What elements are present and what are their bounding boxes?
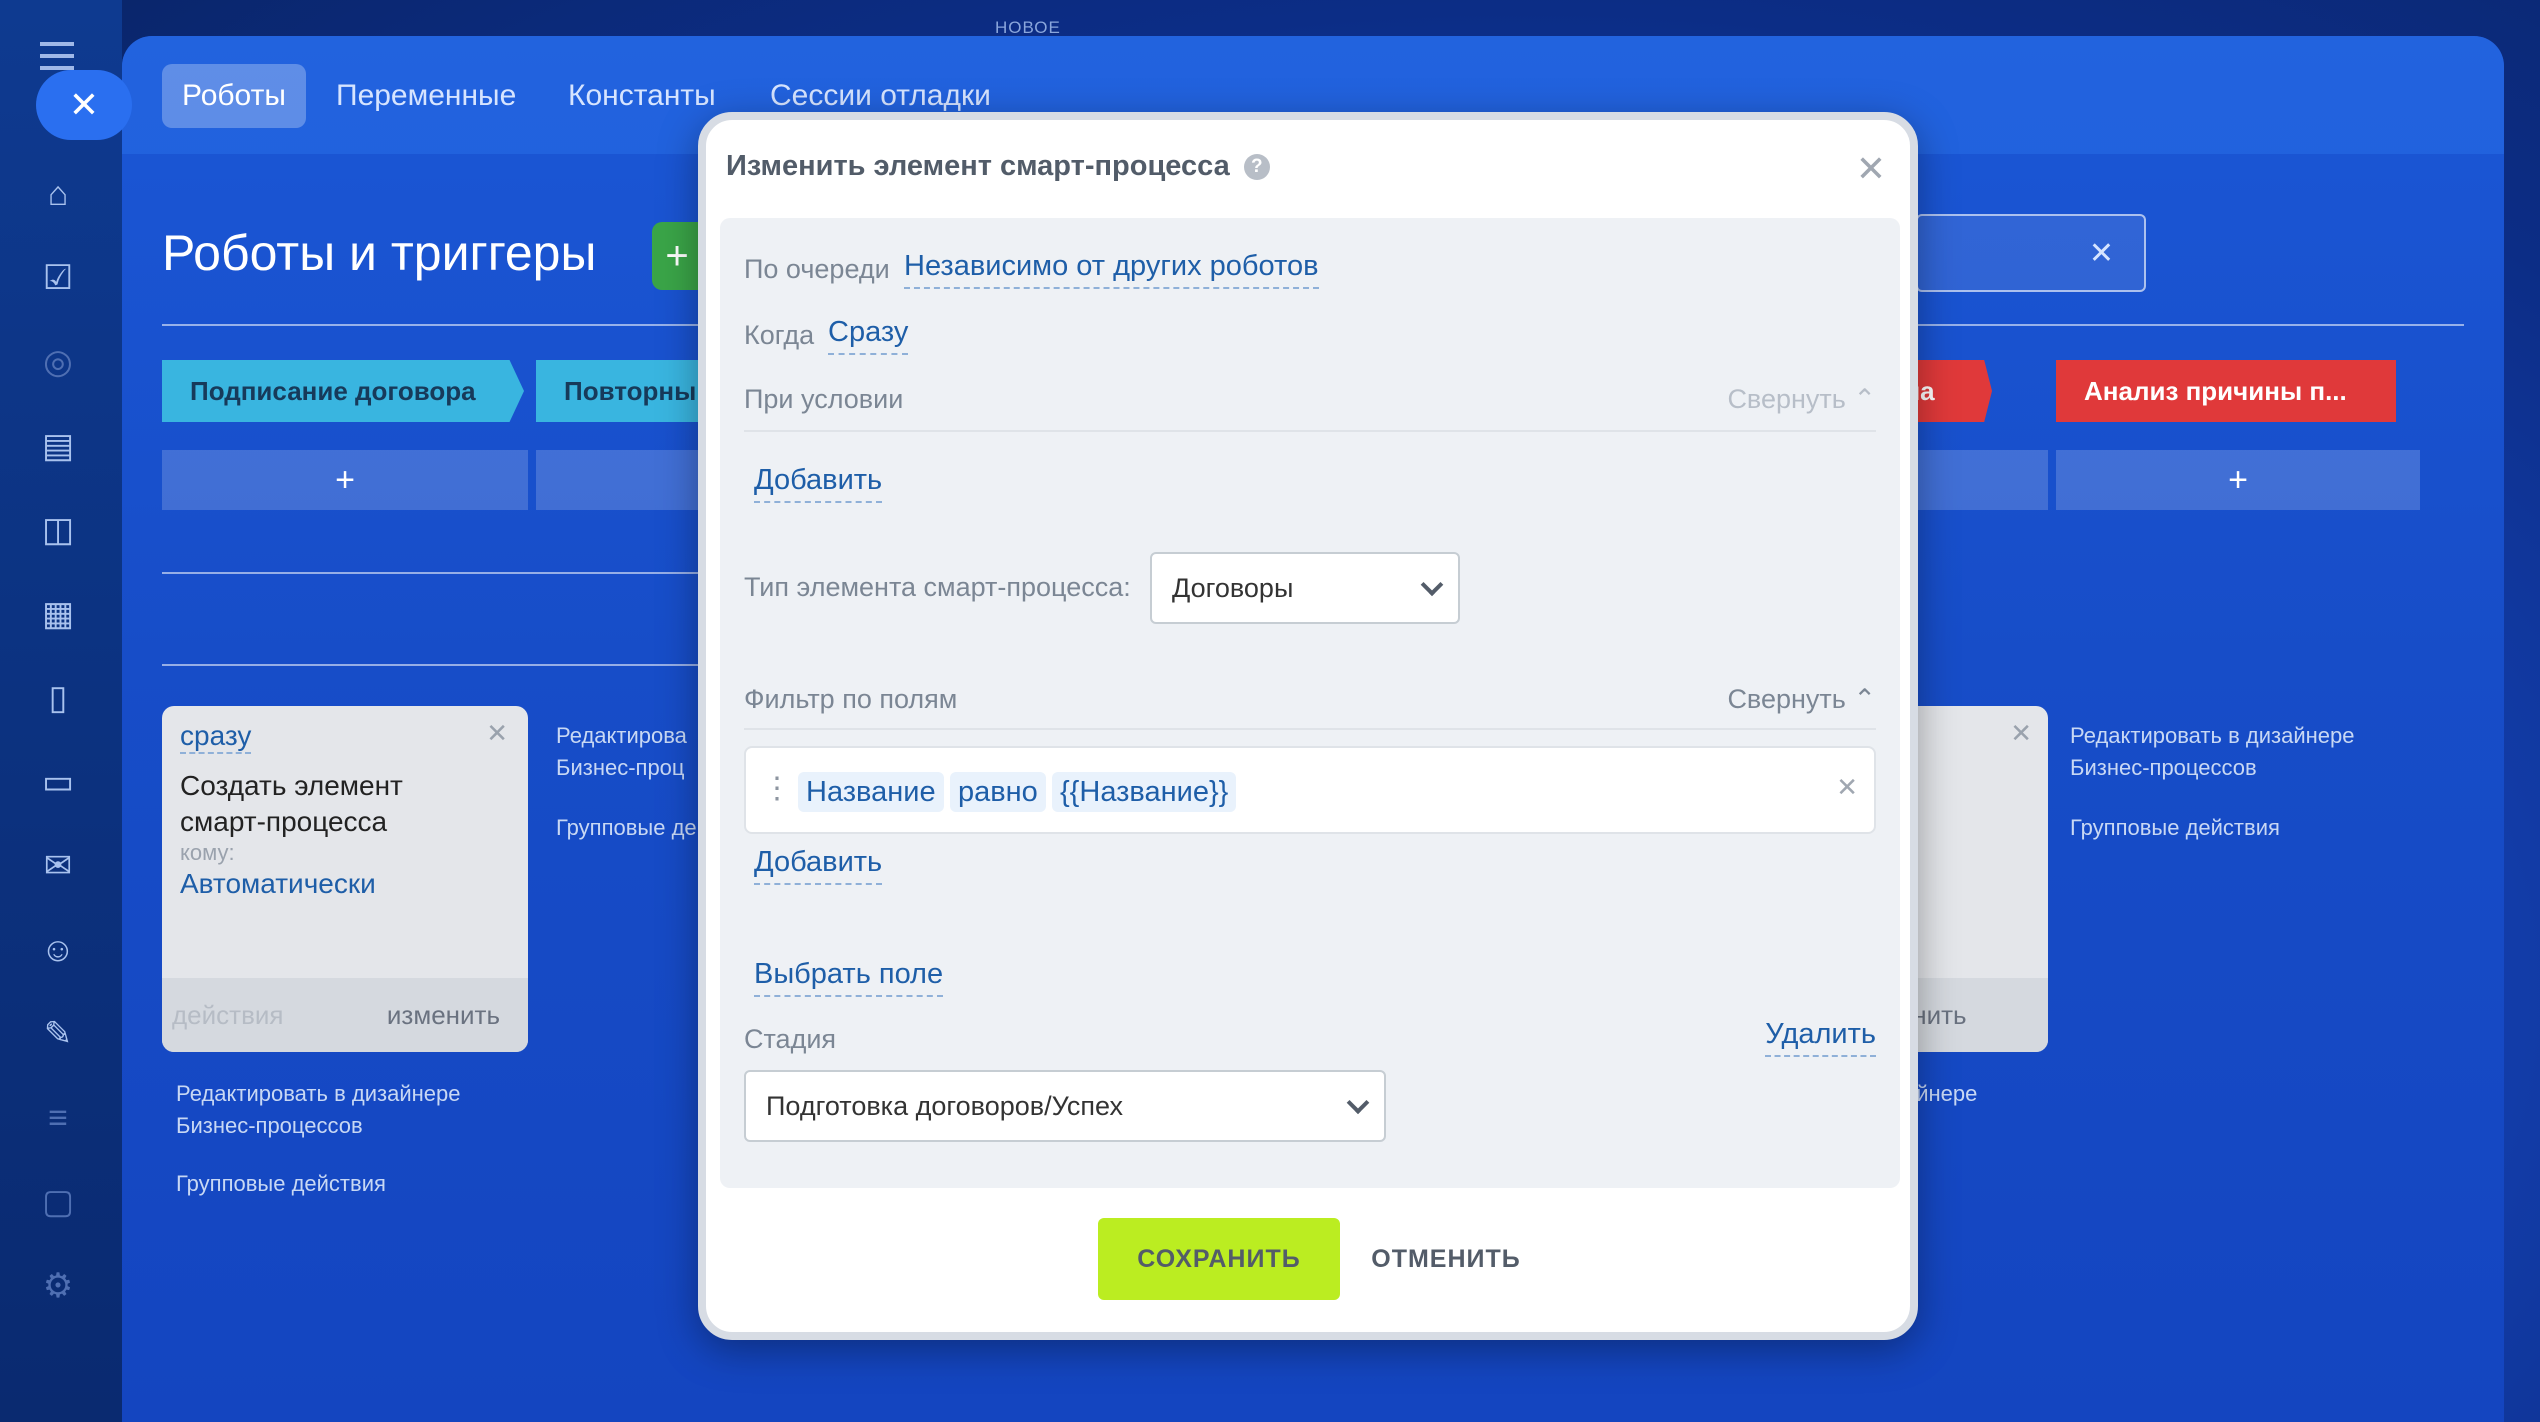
filter-collapse[interactable]: Свернуть ⌃: [1727, 684, 1876, 715]
page-title: Роботы и триггеры: [162, 225, 597, 281]
calendar-icon[interactable]: ▦: [36, 592, 80, 636]
chat-icon[interactable]: ◫: [36, 508, 80, 552]
add-button[interactable]: +: [652, 222, 702, 290]
feed-icon[interactable]: ▤: [36, 424, 80, 468]
edit-robot-dialog: Изменить элемент смарт-процесса ? ✕ По о…: [698, 112, 1918, 1340]
divider: [162, 664, 736, 666]
robot-to-label: кому:: [180, 840, 235, 865]
stage-signing[interactable]: Подписание договора: [162, 360, 524, 422]
divider: [744, 728, 1876, 730]
filter-label: Фильтр по полям: [744, 684, 958, 714]
edit-in-designer-link[interactable]: Редактирова Бизнес-проц: [556, 720, 687, 784]
left-sidebar: ⌂ ☑ ◎ ▤ ◫ ▦ ▯ ▭ ✉ ☺ ✎ ≡ ▢ ⚙: [0, 0, 122, 1422]
top-label: НОВОЕ: [995, 18, 1061, 37]
type-label: Тип элемента смарт-процесса:: [744, 572, 1131, 602]
filter-field[interactable]: Название: [798, 772, 944, 812]
add-robot-button[interactable]: +: [162, 450, 528, 510]
settings-icon[interactable]: ⚙: [36, 1264, 80, 1308]
divider: [162, 572, 736, 574]
add-condition-link[interactable]: Добавить: [754, 464, 883, 503]
condition-label: При условии: [744, 384, 904, 414]
filter-value[interactable]: {{Название}}: [1052, 772, 1237, 812]
filter-operator[interactable]: равно: [950, 772, 1046, 812]
robot-card-footer: действия изменить: [162, 978, 528, 1052]
crm-icon[interactable]: ◎: [36, 340, 80, 384]
tab-variables[interactable]: Переменные: [316, 64, 536, 128]
when-value[interactable]: Сразу: [828, 316, 909, 355]
tab-robots[interactable]: Роботы: [162, 64, 306, 128]
help-icon[interactable]: ?: [1243, 153, 1270, 180]
chevron-down-icon: [1420, 573, 1444, 597]
drive-icon[interactable]: ▭: [36, 760, 80, 804]
tasks-icon[interactable]: ☑: [36, 256, 80, 300]
delete-field-link[interactable]: Удалить: [1765, 1018, 1876, 1057]
docs-icon[interactable]: ▯: [36, 676, 80, 720]
robot-when-link[interactable]: сразу: [180, 720, 252, 754]
add-robot-button-4[interactable]: +: [2056, 450, 2420, 510]
home-icon[interactable]: ⌂: [36, 172, 80, 216]
add-filter-link[interactable]: Добавить: [754, 846, 883, 885]
dialog-title: Изменить элемент смарт-процесса ?: [726, 150, 1270, 183]
group-actions-link[interactable]: Групповые де: [556, 812, 697, 844]
stage-label: Стадия: [744, 1024, 837, 1054]
sign-icon[interactable]: ✎: [36, 1012, 80, 1056]
robot-to-value[interactable]: Автоматически: [180, 868, 376, 900]
robot-actions[interactable]: действия: [172, 1000, 283, 1031]
when-label: Когда: [744, 320, 815, 350]
menu-icon[interactable]: [40, 42, 74, 70]
search-clear-icon[interactable]: ✕: [1916, 214, 2146, 292]
reports-icon[interactable]: ▢: [36, 1180, 80, 1224]
contacts-icon[interactable]: ☺: [36, 928, 80, 972]
edit-in-designer-link[interactable]: Редактировать в дизайнере Бизнес-процессо…: [176, 1078, 460, 1142]
close-icon[interactable]: ✕: [2010, 718, 2032, 749]
divider: [744, 430, 1876, 432]
robot-title: Создать элемент смарт-процесса: [180, 770, 403, 837]
remove-filter-icon[interactable]: ✕: [1836, 772, 1858, 803]
group-actions-link[interactable]: Групповые действия: [2070, 812, 2280, 844]
chevron-up-icon: ⌃: [1853, 684, 1876, 714]
type-select[interactable]: Договоры: [1150, 552, 1460, 624]
condition-collapse[interactable]: Свернуть ⌃: [1727, 384, 1876, 415]
chevron-down-icon: [1346, 1091, 1370, 1115]
save-button[interactable]: СОХРАНИТЬ: [1098, 1218, 1340, 1300]
filter-icon[interactable]: ≡: [36, 1096, 80, 1140]
chevron-up-icon: ⌃: [1853, 384, 1876, 414]
group-actions-link[interactable]: Групповые действия: [176, 1168, 386, 1200]
edit-in-designer-link[interactable]: Редактировать в дизайнере Бизнес-процессо…: [2070, 720, 2354, 784]
stage-select[interactable]: Подготовка договоров/Успех: [744, 1070, 1386, 1142]
robot-card[interactable]: сразу ✕ Создать элемент смарт-процесса к…: [162, 706, 528, 1052]
stage-analysis[interactable]: Анализ причины п...: [2056, 360, 2396, 422]
dialog-close-icon[interactable]: ✕: [1856, 148, 1886, 190]
tab-constants[interactable]: Константы: [548, 64, 736, 128]
dialog-body: По очереди Независимо от других роботов …: [720, 218, 1900, 1188]
order-label: По очереди: [744, 254, 890, 284]
order-value[interactable]: Независимо от других роботов: [904, 250, 1319, 289]
close-slider-button[interactable]: ✕: [36, 70, 132, 140]
close-icon[interactable]: ✕: [486, 718, 508, 749]
mail-icon[interactable]: ✉: [36, 844, 80, 888]
robot-edit[interactable]: изменить: [387, 1000, 500, 1031]
choose-field-link[interactable]: Выбрать поле: [754, 958, 944, 997]
filter-row: ⋮⋮ Название равно {{Название}} ✕: [744, 746, 1876, 834]
cancel-button[interactable]: ОТМЕНИТЬ: [1366, 1218, 1526, 1300]
